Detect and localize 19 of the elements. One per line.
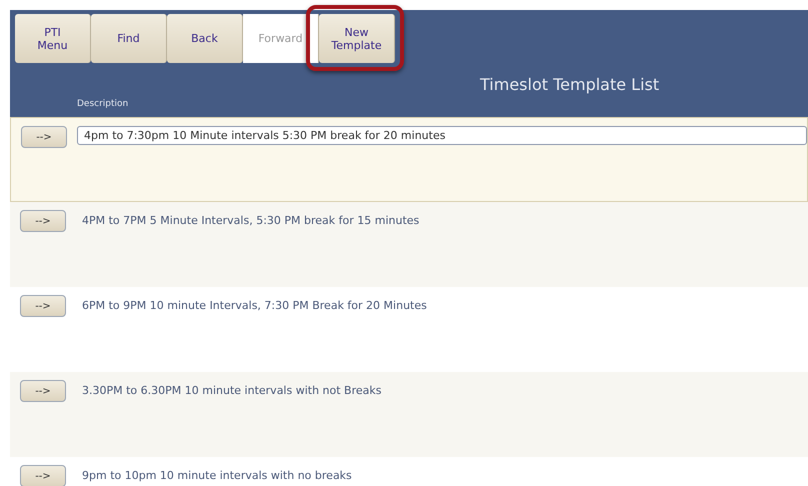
open-button[interactable]: --> [21, 126, 67, 148]
toolbar-button[interactable]: Back [167, 14, 243, 63]
column-header: Description [77, 98, 128, 111]
toolbar-button[interactable]: PTI Menu [15, 14, 91, 63]
open-button[interactable]: --> [20, 380, 66, 402]
open-button[interactable]: --> [20, 210, 66, 232]
open-button[interactable]: --> [20, 465, 66, 486]
description-text: 9pm to 10pm 10 minute intervals with no breaks [82, 468, 352, 484]
list-row[interactable]: --> 4pm to 7:30pm 10 Minute intervals 5:30 PM break for 20 minutes [10, 117, 808, 202]
list-row[interactable]: --> 3.30PM to 6.30PM 10 minute intervals with not Breaks [10, 372, 808, 457]
open-button[interactable]: --> [20, 295, 66, 317]
description-text: 6PM to 9PM 10 minute Intervals, 7:30 PM Break for 20 Minutes [82, 298, 427, 314]
description-text: 4PM to 7PM 5 Minute Intervals, 5:30 PM break for 15 minutes [82, 213, 420, 229]
toolbar-button[interactable]: New Template [319, 14, 395, 63]
toolbar-button[interactable]: Find [91, 14, 167, 63]
description-text: 3.30PM to 6.30PM 10 minute intervals with not Breaks [82, 383, 382, 399]
page-title: Timeslot Template List [480, 74, 660, 96]
list-row[interactable]: --> 4PM to 7PM 5 Minute Intervals, 5:30 PM break for 15 minutes [10, 202, 808, 287]
description-field[interactable]: 4pm to 7:30pm 10 Minute intervals 5:30 PM break for 20 minutes [77, 126, 807, 145]
